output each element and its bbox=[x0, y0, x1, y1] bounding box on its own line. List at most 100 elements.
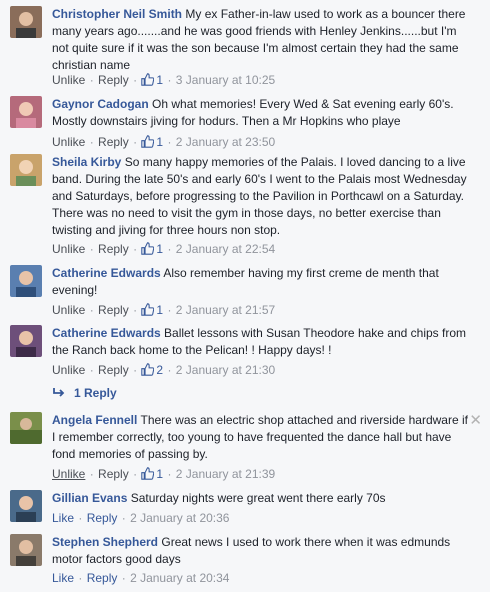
comment-text: Saturday nights were great went there ea… bbox=[130, 491, 386, 505]
timestamp[interactable]: 2 January at 23:50 bbox=[176, 135, 275, 149]
comment-actions: Unlike · Reply · 1 · 2 January at 21:57 bbox=[52, 302, 480, 318]
avatar[interactable] bbox=[10, 534, 42, 566]
reply-arrow-icon bbox=[53, 388, 65, 397]
timestamp[interactable]: 2 January at 22:54 bbox=[176, 242, 275, 256]
reply-link[interactable]: Reply bbox=[98, 242, 129, 256]
thumbs-up-icon bbox=[141, 303, 155, 316]
avatar[interactable] bbox=[10, 6, 42, 38]
view-replies-link[interactable]: 1 Reply bbox=[52, 385, 117, 401]
separator: · bbox=[89, 363, 94, 377]
like-link[interactable]: Like bbox=[52, 571, 74, 585]
reply-link[interactable]: Reply bbox=[98, 135, 129, 149]
separator: · bbox=[167, 467, 172, 481]
reply-link[interactable]: Reply bbox=[98, 363, 129, 377]
comment-actions: Unlike · Reply · 2 · 2 January at 21:30 bbox=[52, 362, 480, 378]
separator: · bbox=[167, 242, 172, 256]
comment-author[interactable]: Gillian Evans bbox=[52, 491, 127, 505]
avatar[interactable] bbox=[10, 265, 42, 297]
like-count[interactable]: 1 bbox=[141, 302, 163, 318]
thumbs-up-icon bbox=[141, 467, 155, 480]
unlike-link[interactable]: Unlike bbox=[52, 135, 85, 149]
like-count[interactable]: 2 bbox=[141, 362, 163, 378]
timestamp[interactable]: 3 January at 10:25 bbox=[176, 73, 275, 87]
separator: · bbox=[133, 73, 138, 87]
reply-link[interactable]: Reply bbox=[98, 73, 129, 87]
like-count[interactable]: 1 bbox=[141, 241, 163, 257]
unlike-link[interactable]: Unlike bbox=[52, 242, 85, 256]
avatar[interactable] bbox=[10, 325, 42, 357]
separator: · bbox=[89, 73, 94, 87]
comment-body: Sheila Kirby So many happy memories of t… bbox=[52, 154, 468, 239]
like-count[interactable]: 1 bbox=[141, 72, 163, 88]
reply-link[interactable]: Reply bbox=[87, 571, 118, 585]
comment-body: Christopher Neil Smith My ex Father-in-l… bbox=[52, 6, 468, 74]
unlike-link[interactable]: Unlike bbox=[52, 467, 85, 481]
timestamp[interactable]: 2 January at 21:39 bbox=[176, 467, 275, 481]
like-count[interactable]: 1 bbox=[141, 134, 163, 150]
separator: · bbox=[133, 363, 138, 377]
comment-author[interactable]: Angela Fennell bbox=[52, 413, 137, 427]
comment-author[interactable]: Catherine Edwards bbox=[52, 266, 161, 280]
reply-link[interactable]: Reply bbox=[98, 467, 129, 481]
comment-body: Stephen Shepherd Great news I used to wo… bbox=[52, 534, 468, 568]
separator: · bbox=[167, 135, 172, 149]
separator: · bbox=[78, 511, 83, 525]
thumbs-up-icon bbox=[141, 242, 155, 255]
avatar[interactable] bbox=[10, 412, 42, 444]
unlike-link[interactable]: Unlike bbox=[52, 303, 85, 317]
separator: · bbox=[89, 135, 94, 149]
unlike-link[interactable]: Unlike bbox=[52, 73, 85, 87]
avatar[interactable] bbox=[10, 490, 42, 522]
like-count-value: 1 bbox=[156, 303, 164, 317]
separator: · bbox=[133, 303, 138, 317]
separator: · bbox=[121, 571, 126, 585]
avatar[interactable] bbox=[10, 96, 42, 128]
comment-body: Catherine Edwards Ballet lessons with Su… bbox=[52, 325, 468, 359]
comment-actions: Unlike · Reply · 1 · 2 January at 22:54 bbox=[52, 241, 480, 257]
like-count-value: 2 bbox=[156, 363, 164, 377]
comment-body: Angela Fennell There was an electric sho… bbox=[52, 412, 468, 463]
like-count-value: 1 bbox=[156, 135, 164, 149]
separator: · bbox=[89, 242, 94, 256]
comment-actions: Unlike · Reply · 1 · 2 January at 23:50 bbox=[52, 134, 480, 150]
comment-actions: Like · Reply · 2 January at 20:36 bbox=[52, 510, 480, 526]
comment-actions: Unlike · Reply · 1 · 2 January at 21:39 bbox=[52, 466, 480, 482]
unlike-link[interactable]: Unlike bbox=[52, 363, 85, 377]
like-count-value: 1 bbox=[156, 73, 164, 87]
timestamp[interactable]: 2 January at 21:57 bbox=[176, 303, 275, 317]
separator: · bbox=[78, 571, 83, 585]
separator: · bbox=[89, 303, 94, 317]
separator: · bbox=[121, 511, 126, 525]
separator: · bbox=[89, 467, 94, 481]
comment-author[interactable]: Gaynor Cadogan bbox=[52, 97, 149, 111]
comment-author[interactable]: Christopher Neil Smith bbox=[52, 7, 182, 21]
like-count-value: 1 bbox=[156, 242, 164, 256]
timestamp[interactable]: 2 January at 21:30 bbox=[176, 363, 275, 377]
separator: · bbox=[167, 303, 172, 317]
like-count-value: 1 bbox=[156, 467, 164, 481]
comment-author[interactable]: Catherine Edwards bbox=[52, 326, 161, 340]
close-icon[interactable]: ✕ bbox=[469, 413, 482, 428]
comment-author[interactable]: Stephen Shepherd bbox=[52, 535, 158, 549]
separator: · bbox=[167, 363, 172, 377]
reply-link[interactable]: Reply bbox=[87, 511, 118, 525]
comment-feed: Christopher Neil Smith My ex Father-in-l… bbox=[0, 0, 490, 592]
avatar[interactable] bbox=[10, 154, 42, 186]
timestamp[interactable]: 2 January at 20:34 bbox=[130, 571, 229, 585]
comment-body: Gillian Evans Saturday nights were great… bbox=[52, 490, 468, 507]
thumbs-up-icon bbox=[141, 363, 155, 376]
thumbs-up-icon bbox=[141, 73, 155, 86]
separator: · bbox=[133, 135, 138, 149]
timestamp[interactable]: 2 January at 20:36 bbox=[130, 511, 229, 525]
thumbs-up-icon bbox=[141, 135, 155, 148]
comment-body: Catherine Edwards Also remember having m… bbox=[52, 265, 468, 299]
separator: · bbox=[167, 73, 172, 87]
view-replies-label: 1 Reply bbox=[74, 386, 117, 400]
separator: · bbox=[133, 242, 138, 256]
like-count[interactable]: 1 bbox=[141, 466, 163, 482]
comment-body: Gaynor Cadogan Oh what memories! Every W… bbox=[52, 96, 468, 130]
reply-link[interactable]: Reply bbox=[98, 303, 129, 317]
separator: · bbox=[133, 467, 138, 481]
comment-author[interactable]: Sheila Kirby bbox=[52, 155, 121, 169]
like-link[interactable]: Like bbox=[52, 511, 74, 525]
